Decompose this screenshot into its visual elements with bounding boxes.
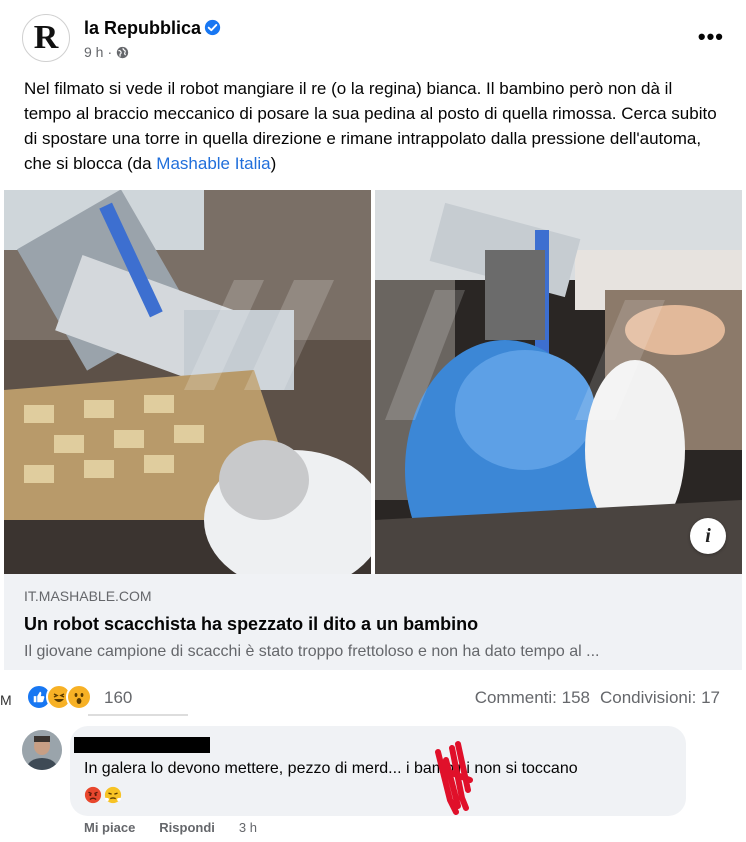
shares-count-link[interactable]: Condivisioni: 17 (600, 688, 720, 708)
page-avatar[interactable]: R (22, 14, 70, 62)
angry-face-icon (84, 786, 102, 804)
link-description: Il giovane campione di scacchi è stato t… (24, 643, 600, 660)
divider (88, 714, 188, 716)
redacted-name-bar (74, 737, 210, 753)
comment-text: In galera lo devono mettere, pezzo di me… (84, 760, 578, 777)
comments-count-link[interactable]: Commenti: 158 (475, 688, 590, 708)
link-domain: IT.MASHABLE.COM (24, 588, 152, 604)
post-text: Nel filmato si vede il robot mangiare il… (24, 76, 724, 176)
video-still-left[interactable] (4, 190, 371, 574)
post-text-end: ) (270, 154, 277, 173)
avatar-logo: R (33, 19, 59, 56)
link-preview-card[interactable]: IT.MASHABLE.COM Un robot scacchista ha s… (4, 574, 742, 670)
facebook-post: R la Repubblica 9 h · ••• Nel filmato si… (0, 0, 746, 842)
comment-time[interactable]: 3 h (239, 820, 257, 835)
reaction-icons[interactable] (26, 684, 92, 710)
comment-bubble: In galera lo devono mettere, pezzo di me… (70, 726, 686, 816)
engagement-counts: Commenti: 158 Condivisioni: 17 (475, 688, 720, 708)
engagement-bar: M 160 Commenti: 158 Condivisioni: 17 (0, 680, 746, 716)
reaction-count[interactable]: 160 (104, 688, 132, 708)
comment-like-button[interactable]: Mi piace (84, 820, 135, 835)
comment-emojis (84, 786, 122, 804)
video-still-right[interactable]: i (375, 190, 742, 574)
steam-face-icon (104, 786, 122, 804)
post-text-main: Nel filmato si vede il robot mangiare il… (24, 79, 717, 173)
post-time-link[interactable]: 9 h (84, 44, 103, 60)
mashable-italia-link[interactable]: Mashable Italia (156, 154, 270, 173)
commenter-avatar[interactable] (22, 730, 62, 770)
page-name-link[interactable]: la Repubblica (84, 18, 201, 39)
meta-separator: · (107, 44, 113, 60)
comment-actions: Mi piace Rispondi 3 h (84, 820, 257, 835)
verified-badge-icon (204, 19, 221, 36)
post-media[interactable]: i (4, 190, 742, 574)
post-meta: 9 h · (84, 44, 129, 60)
globe-icon[interactable] (116, 46, 129, 59)
chess-robot-image-left (4, 190, 371, 574)
post-header: R la Repubblica 9 h · ••• (22, 14, 724, 64)
link-title[interactable]: Un robot scacchista ha spezzato il dito … (24, 614, 722, 635)
chess-robot-image-right (375, 190, 742, 574)
wow-reaction-icon (66, 684, 92, 710)
more-options-icon[interactable]: ••• (698, 26, 724, 48)
info-icon[interactable]: i (690, 518, 726, 554)
side-letter: M (0, 692, 12, 708)
person-avatar-icon (22, 730, 62, 770)
comment-reply-button[interactable]: Rispondi (159, 820, 215, 835)
